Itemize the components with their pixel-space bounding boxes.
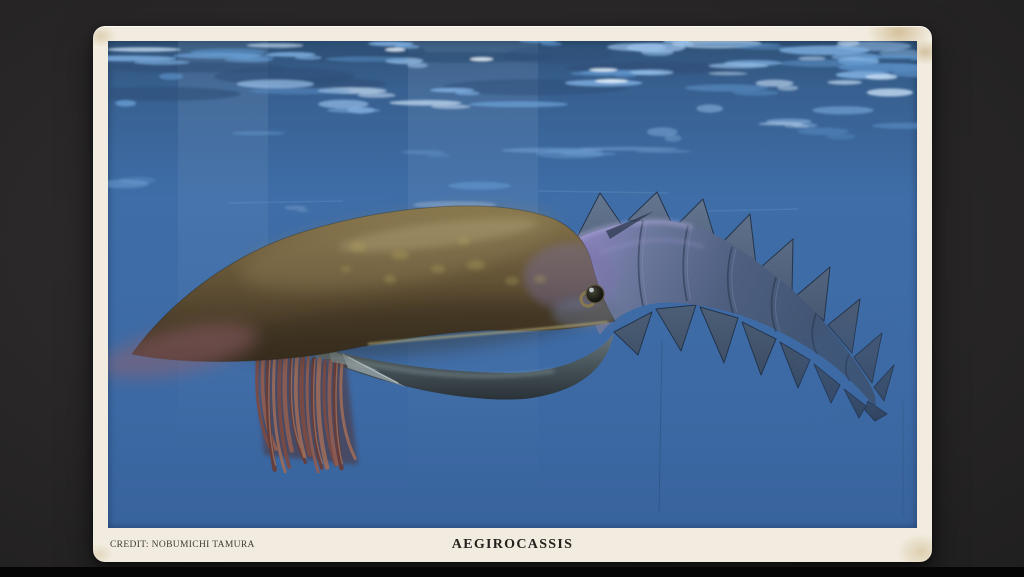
trailing-filament xyxy=(659,341,662,513)
caption-bar: CREDIT: NOBUMICHI TAMURA AEGIROCASSIS xyxy=(108,528,917,562)
tail-water-fade xyxy=(796,319,917,423)
eye-glint xyxy=(589,288,594,293)
underwater-scene xyxy=(108,41,917,528)
letterbox-bar xyxy=(0,567,1024,577)
postcard: CREDIT: NOBUMICHI TAMURA AEGIROCASSIS xyxy=(93,26,932,562)
app-background: CREDIT: NOBUMICHI TAMURA AEGIROCASSIS xyxy=(0,0,1024,577)
title-label: AEGIROCASSIS xyxy=(108,537,917,553)
aegirocassis-illustration xyxy=(108,41,917,528)
